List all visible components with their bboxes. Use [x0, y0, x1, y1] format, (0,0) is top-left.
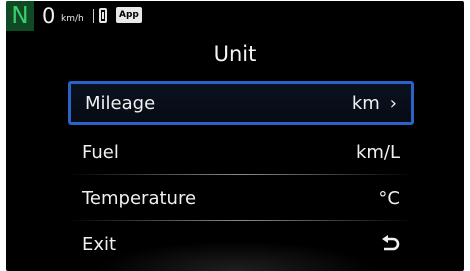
app-badge: App [116, 7, 142, 23]
speed-unit: km/h [61, 14, 84, 24]
menu-item-value: km [351, 92, 380, 114]
bottom-glow [96, 241, 376, 271]
menu-item-value: °C [378, 187, 400, 209]
menu-item-fuel[interactable]: Fuel km/L [68, 129, 414, 175]
menu-item-temperature[interactable]: Temperature °C [68, 175, 414, 221]
gear-indicator: N [6, 1, 34, 31]
menu-item-mileage[interactable]: Mileage km › [68, 81, 414, 125]
menu-item-label: Fuel [82, 141, 119, 163]
back-arrow-icon [380, 235, 400, 253]
menu-item-label: Temperature [82, 187, 197, 209]
status-separator [93, 9, 94, 23]
page-title: Unit [213, 42, 257, 66]
speed-value: 0 [42, 4, 56, 28]
frame: N 0 km/h App Unit Mileage km › Fuel km/L… [0, 0, 470, 271]
menu-item-label: Mileage [85, 92, 156, 114]
phone-icon [99, 8, 107, 23]
chevron-right-icon: › [389, 92, 397, 114]
cluster-screen: N 0 km/h App Unit Mileage km › Fuel km/L… [6, 1, 464, 271]
menu-item-value: km/L [355, 141, 400, 163]
unit-menu: Mileage km › Fuel km/L Temperature °C Ex… [68, 81, 414, 267]
